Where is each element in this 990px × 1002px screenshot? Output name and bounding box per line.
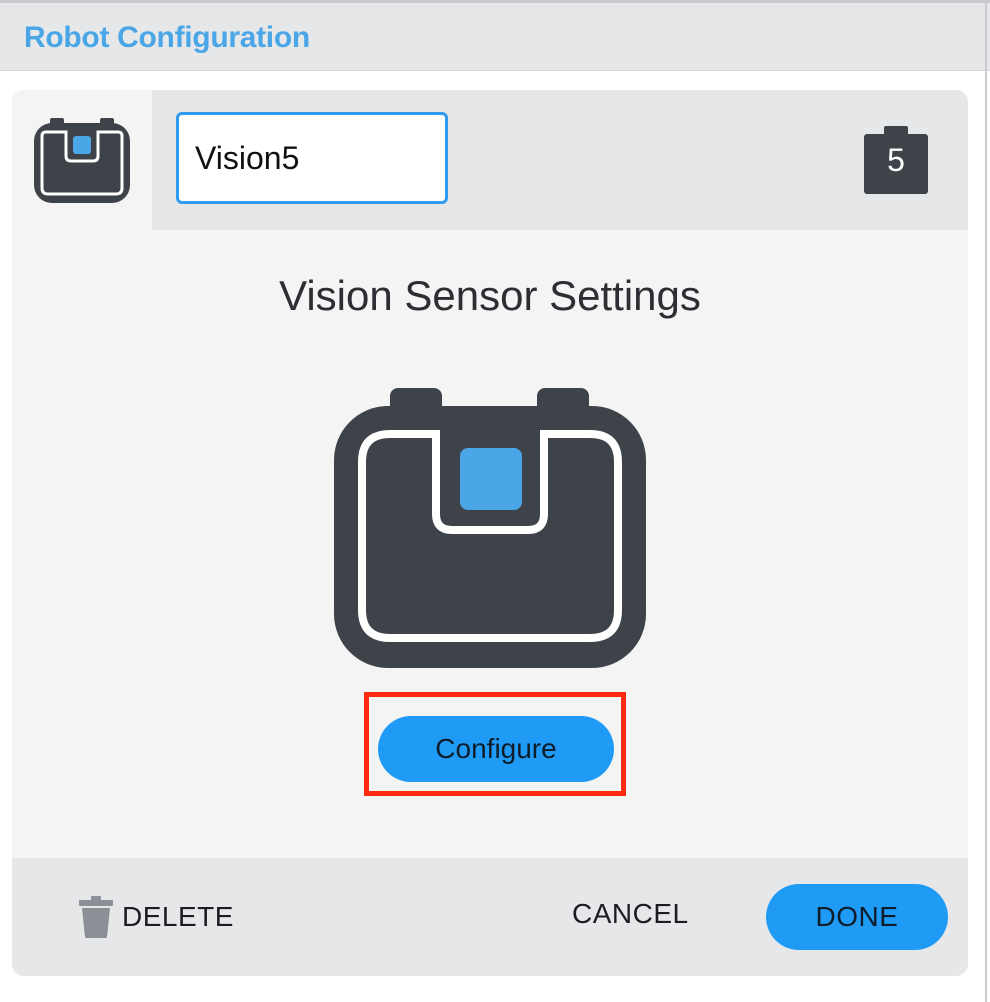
vision-sensor-icon (34, 118, 130, 203)
delete-button[interactable]: DELETE (78, 894, 234, 940)
device-header: 5 (12, 90, 968, 230)
settings-title: Vision Sensor Settings (279, 272, 701, 319)
device-icon-cell (12, 90, 152, 230)
port-number: 5 (887, 142, 905, 178)
device-config-card: 5 Vision Sensor Settings Configure DELET… (12, 90, 968, 976)
port-badge[interactable]: 5 (864, 126, 928, 201)
footer-bar: DELETE CANCEL DONE (12, 858, 968, 976)
window-edge (985, 3, 987, 1002)
done-button[interactable]: DONE (766, 884, 948, 950)
title-bar: Robot Configuration (0, 3, 990, 71)
cancel-button[interactable]: CANCEL (572, 898, 689, 938)
trash-icon (79, 896, 113, 938)
window-title: Robot Configuration (24, 21, 310, 54)
configure-button[interactable]: Configure (378, 716, 614, 782)
device-name-input[interactable] (176, 112, 448, 204)
name-area: 5 (152, 90, 968, 230)
vision-sensor-illustration (334, 388, 646, 668)
delete-label: DELETE (122, 901, 234, 932)
